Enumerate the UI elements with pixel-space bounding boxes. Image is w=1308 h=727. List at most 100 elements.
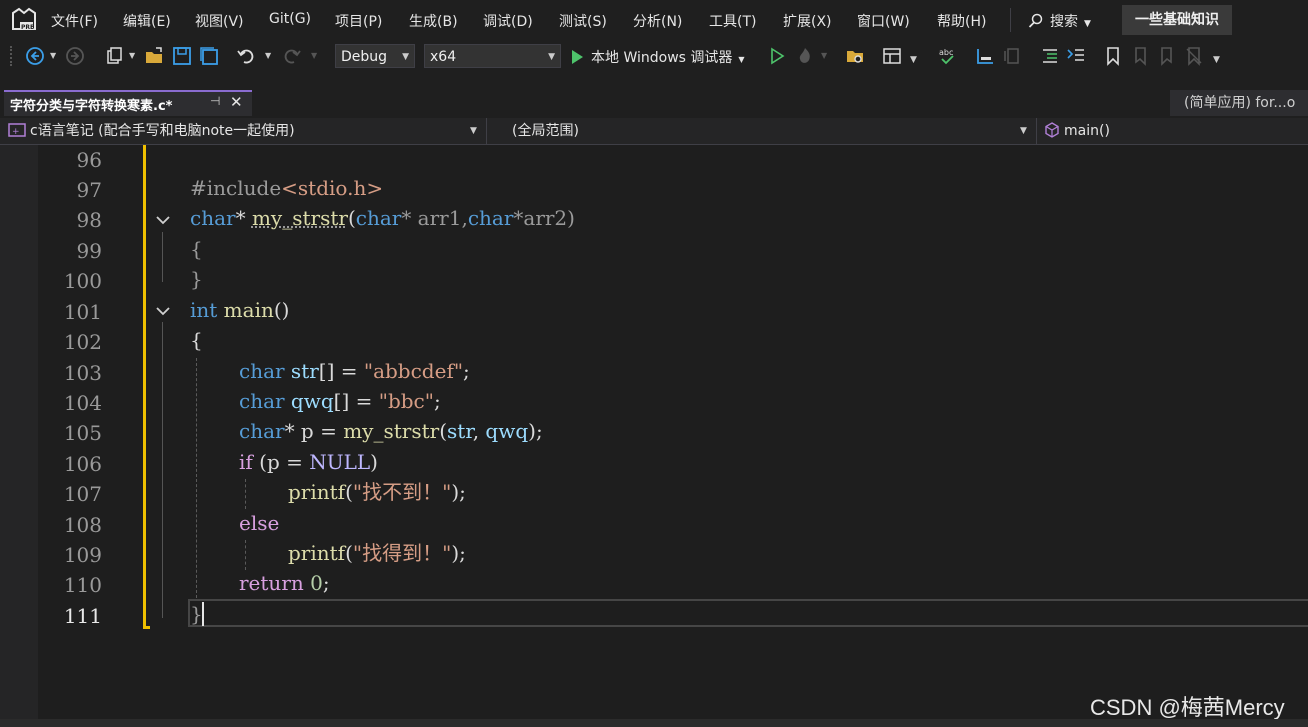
redo-icon[interactable]: [282, 46, 302, 66]
chevron-down-icon: ▼: [1084, 19, 1091, 29]
step-into-icon[interactable]: [975, 46, 995, 66]
string-literal: "找不到！": [352, 480, 452, 504]
step-over-icon[interactable]: [1002, 46, 1022, 66]
collapse-chevron-icon[interactable]: [154, 211, 172, 229]
menu-test[interactable]: 测试(S): [559, 11, 607, 31]
line-number: 105: [63, 421, 102, 445]
clear-bookmarks-icon[interactable]: [1184, 46, 1204, 66]
code-text: (: [439, 419, 448, 443]
browse-folder-icon[interactable]: [845, 46, 865, 66]
svg-text:+: +: [12, 127, 20, 137]
next-bookmark-icon[interactable]: [1157, 46, 1177, 66]
tab-active-document[interactable]: 字符分类与字符转换寒素.c* ⊣ ✕: [4, 90, 252, 116]
spell-check-icon[interactable]: abc: [937, 46, 957, 66]
toolbar-overflow-icon[interactable]: ▼: [1213, 55, 1220, 65]
line-number: 104: [63, 391, 102, 415]
menu-edit[interactable]: 编辑(E): [123, 11, 171, 31]
watermark: CSDN @梅茜Mercy: [1090, 695, 1285, 720]
solution-name[interactable]: 一些基础知识: [1122, 5, 1232, 35]
config-select[interactable]: Debug ▼: [335, 44, 415, 68]
close-icon[interactable]: ✕: [230, 93, 243, 111]
code-text: *: [235, 206, 252, 230]
project-dropdown[interactable]: + c语言笔记 (配合手写和电脑note一起使用) ▼: [8, 118, 482, 144]
undo-dropdown-icon[interactable]: ▼: [265, 51, 271, 60]
menu-debug[interactable]: 调试(D): [483, 11, 533, 31]
menu-view[interactable]: 视图(V): [195, 11, 244, 31]
line-number: 109: [63, 543, 102, 567]
menu-help[interactable]: 帮助(H): [937, 11, 986, 31]
code-line[interactable]: char str[] = "abbcdef";: [239, 356, 470, 386]
back-dropdown-icon[interactable]: ▼: [50, 51, 56, 60]
code-line[interactable]: char qwq[] = "bbc";: [239, 386, 441, 416]
back-icon[interactable]: [25, 46, 45, 66]
line-number-current: 111: [63, 604, 102, 628]
code-text: [] =: [333, 389, 379, 413]
code-line[interactable]: printf("找不到！");: [288, 477, 466, 507]
platform-value: x64: [430, 49, 457, 65]
code-line[interactable]: char* my_strstr(char* arr1,char*arr2): [190, 203, 575, 233]
code-line[interactable]: int main(): [190, 295, 289, 325]
menu-file[interactable]: 文件(F): [51, 11, 98, 31]
code-line[interactable]: else: [239, 508, 279, 538]
menu-project[interactable]: 项目(P): [335, 11, 382, 31]
collapse-chevron-icon[interactable]: [154, 302, 172, 320]
forward-icon[interactable]: [65, 46, 85, 66]
code-line[interactable]: return 0;: [239, 568, 330, 598]
code-line[interactable]: #include<stdio.h>: [190, 173, 383, 203]
search-button[interactable]: 搜索 ▼: [1028, 11, 1091, 31]
code-line[interactable]: if (p = NULL): [239, 447, 378, 477]
new-item-icon[interactable]: [104, 46, 124, 66]
code-text: (): [273, 298, 290, 322]
svg-text:PRE: PRE: [21, 24, 34, 31]
menu-tools[interactable]: 工具(T): [709, 11, 756, 31]
layout-dropdown-icon[interactable]: ▼: [910, 55, 917, 65]
start-debugging-button[interactable]: 本地 Windows 调试器 ▼: [572, 47, 745, 67]
code-line[interactable]: }: [190, 599, 203, 629]
tab-other-document[interactable]: (简单应用) for...o: [1170, 90, 1308, 116]
new-item-dropdown-icon[interactable]: ▼: [129, 51, 135, 60]
method-cube-icon: [1045, 122, 1059, 138]
menu-analyze[interactable]: 分析(N): [633, 11, 682, 31]
menu-build[interactable]: 生成(B): [409, 11, 458, 31]
control-keyword: if: [239, 450, 253, 474]
format-document-icon[interactable]: [1040, 46, 1060, 66]
save-all-icon[interactable]: [199, 46, 219, 66]
code-line[interactable]: {: [190, 234, 203, 264]
comment-lines-icon[interactable]: [1066, 46, 1086, 66]
config-value: Debug: [341, 49, 388, 65]
code-line[interactable]: {: [190, 325, 203, 355]
chevron-down-icon: ▼: [470, 126, 477, 136]
menu-git[interactable]: Git(G): [269, 11, 311, 27]
line-number: 110: [63, 573, 102, 597]
line-number: 99: [76, 239, 102, 263]
line-number: 106: [63, 452, 102, 476]
project-icon: +: [8, 123, 26, 137]
code-line[interactable]: printf("找得到！");: [288, 538, 466, 568]
redo-dropdown-icon[interactable]: ▼: [311, 51, 317, 60]
menu-extensions[interactable]: 扩展(X): [783, 11, 832, 31]
open-folder-icon[interactable]: [144, 46, 164, 66]
menu-window[interactable]: 窗口(W): [857, 11, 910, 31]
platform-select[interactable]: x64 ▼: [424, 44, 561, 68]
bookmark-icon[interactable]: [1103, 46, 1123, 66]
member-dropdown[interactable]: main(): [1044, 118, 1304, 144]
code-line[interactable]: }: [190, 264, 203, 294]
pin-icon[interactable]: ⊣: [210, 94, 220, 108]
hot-reload-dropdown-icon[interactable]: ▼: [821, 51, 827, 60]
play-icon: [572, 50, 583, 64]
string-literal: "bbc": [378, 389, 434, 413]
previous-bookmark-icon[interactable]: [1130, 46, 1150, 66]
indicator-margin[interactable]: [0, 145, 38, 727]
layout-icon[interactable]: [882, 46, 902, 66]
variable: qwq: [284, 389, 334, 413]
save-icon[interactable]: [172, 46, 192, 66]
hot-reload-icon[interactable]: [795, 46, 815, 66]
toolbar-grip[interactable]: [10, 46, 14, 66]
macro: NULL: [309, 450, 371, 474]
visual-studio-logo-icon[interactable]: PRE: [11, 7, 37, 33]
start-without-debugging-icon[interactable]: [767, 46, 787, 66]
keyword: char: [239, 359, 285, 383]
scope-dropdown[interactable]: (全局范围) ▼: [512, 118, 1034, 144]
undo-icon[interactable]: [236, 46, 256, 66]
code-line[interactable]: char* p = my_strstr(str, qwq);: [239, 416, 543, 446]
